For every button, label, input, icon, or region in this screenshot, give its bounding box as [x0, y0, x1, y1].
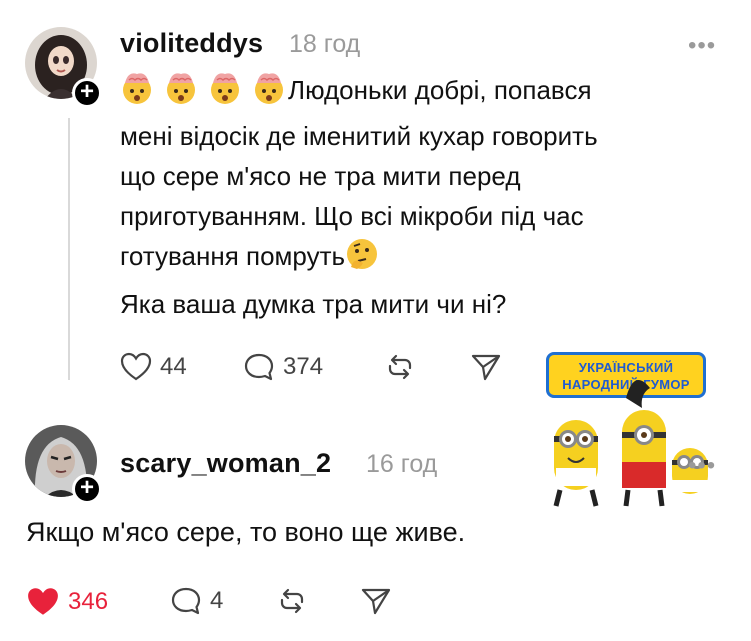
reply-comment-button[interactable]: 4 [170, 586, 223, 616]
sticker-banner: УКРАЇНСЬКИЙ НАРОДНИЙ ГУМОР [546, 352, 706, 398]
post-username[interactable]: violiteddys [120, 28, 263, 59]
reply-share-button[interactable] [360, 586, 392, 616]
more-options-button[interactable]: ••• [688, 32, 716, 60]
like-button[interactable]: 44 [120, 352, 187, 382]
reply-comment-count: 4 [210, 587, 224, 614]
post-question: Яка ваша думка тра мити чи ні? [120, 289, 507, 319]
repost-icon [280, 588, 304, 614]
follow-button[interactable]: + [72, 78, 102, 108]
post-line-4: приготуванням. Що всі мікроби під час [120, 201, 584, 231]
minions-sticker: УКРАЇНСЬКИЙ НАРОДНИЙ ГУМОР [538, 350, 738, 510]
comment-icon [244, 353, 274, 381]
thread-line [68, 118, 70, 380]
post-line-5: готування помруть [120, 241, 346, 271]
post-line-3: що сере м'ясо не тра мити перед [120, 161, 521, 191]
post-timestamp: 18 год [289, 30, 361, 58]
comment-icon [171, 587, 201, 615]
thinking-face-emoji-icon [345, 237, 379, 282]
repost-icon [388, 354, 412, 380]
comment-count: 374 [283, 353, 324, 380]
heart-filled-icon [28, 588, 58, 615]
reply-like-button[interactable]: 346 [26, 586, 108, 618]
post-body: Людоньки добрі, попався мені відосік де … [120, 70, 720, 324]
reply-follow-button[interactable]: + [72, 474, 102, 504]
post-line-1: Людоньки добрі, попався [288, 75, 592, 105]
exploding-head-emoji-icon [120, 71, 288, 116]
like-count: 44 [160, 353, 187, 380]
reply-like-count: 346 [68, 588, 109, 615]
post-line-2: мені відосік де іменитий кухар говорить [120, 121, 598, 151]
reply-body: Якщо м'ясо сере, то воно ще живе. [26, 517, 466, 547]
share-icon [361, 588, 391, 615]
comment-button[interactable]: 374 [243, 352, 323, 382]
repost-button[interactable] [384, 352, 416, 382]
reply-more-options-button[interactable]: ••• [688, 452, 716, 480]
reply-username[interactable]: scary_woman_2 [120, 448, 331, 479]
share-icon [471, 354, 501, 381]
reply-timestamp: 16 год [366, 450, 438, 478]
reply-repost-button[interactable] [276, 586, 308, 616]
share-button[interactable] [470, 352, 502, 382]
heart-icon [120, 352, 152, 381]
